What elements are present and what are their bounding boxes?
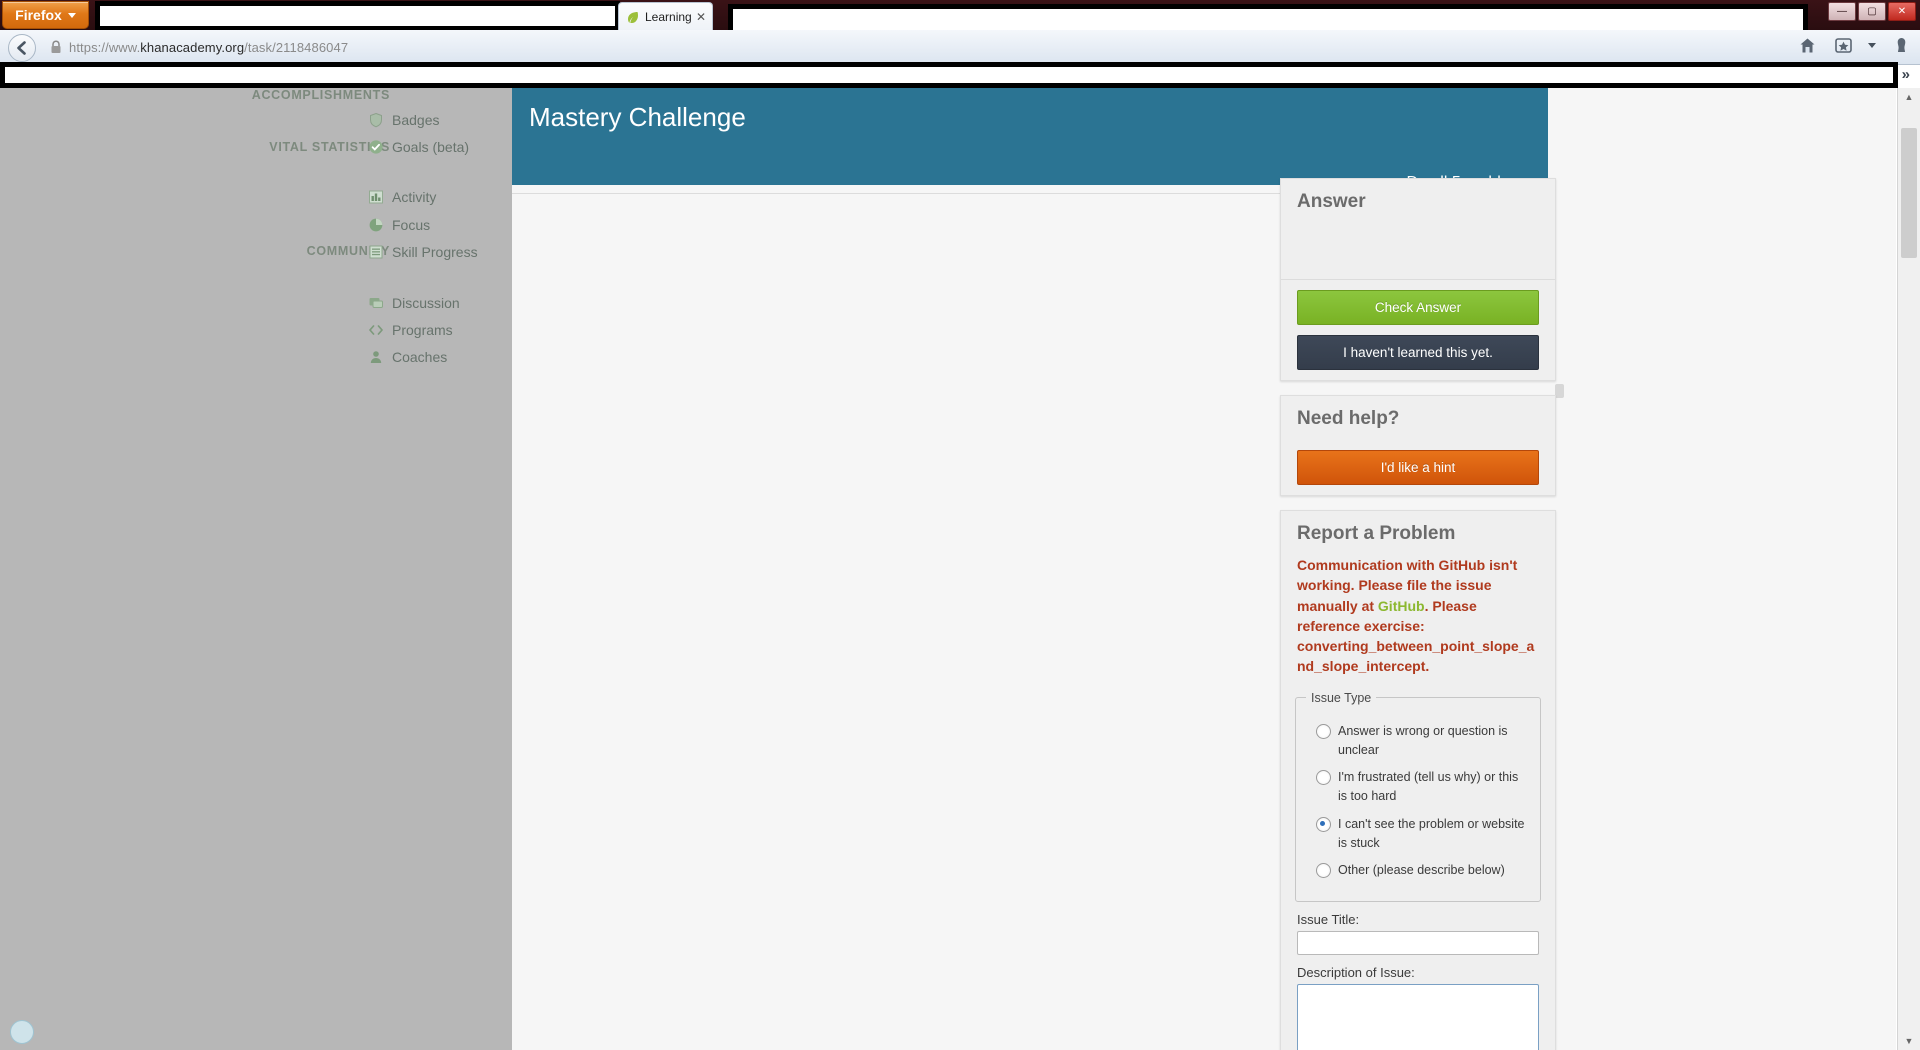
window-controls: — ▢ ✕ — [1828, 2, 1916, 21]
help-bubble-icon[interactable] — [10, 1020, 34, 1044]
sidebar-item-goals[interactable]: Goals (beta) — [368, 139, 469, 155]
sidebar-group-accomplishments: ACCOMPLISHMENTS — [251, 88, 390, 102]
report-problem-heading: Report a Problem — [1297, 523, 1456, 544]
havent-learned-button[interactable]: I haven't learned this yet. — [1297, 335, 1539, 370]
browser-tab-label: Learning ... — [645, 10, 691, 24]
radio-icon[interactable] — [1316, 723, 1331, 739]
leaf-icon — [625, 10, 640, 25]
address-bar[interactable]: https://www.khanacademy.org/task/2118486… — [42, 34, 1762, 60]
browser-tab-learning[interactable]: Learning ... ✕ — [618, 2, 713, 31]
issue-option-frustrated[interactable]: I'm frustrated (tell us why) or this is … — [1316, 768, 1530, 806]
firefox-titlebar: Firefox Learning ... ✕ — ▢ ✕ — [0, 0, 1920, 52]
home-icon[interactable] — [1796, 34, 1818, 56]
sidebar-item-label: Activity — [392, 189, 437, 205]
url-domain: khanacademy.org — [140, 39, 245, 55]
person-icon — [368, 349, 384, 365]
sidebar-item-coaches[interactable]: Coaches — [368, 349, 447, 365]
sidebar-item-programs[interactable]: Programs — [368, 322, 453, 338]
sidebar-item-discussion[interactable]: Discussion — [368, 295, 460, 311]
description-label: Description of Issue: — [1297, 965, 1415, 981]
minimize-button[interactable]: — — [1828, 2, 1856, 21]
back-button[interactable] — [8, 34, 36, 62]
sidebar-item-label: Goals (beta) — [392, 139, 470, 155]
issue-type-legend: Issue Type — [1311, 690, 1372, 705]
close-tab-icon[interactable]: ✕ — [696, 11, 706, 23]
issue-option-label: Other (please describe below) — [1338, 863, 1505, 878]
github-link[interactable]: GitHub — [1378, 598, 1425, 614]
check-answer-button[interactable]: Check Answer — [1297, 290, 1539, 325]
scrollbar-thumb[interactable] — [1555, 384, 1564, 398]
right-rail: Answer Check Answer I haven't learned th… — [1280, 88, 1564, 1050]
pie-chart-icon — [368, 217, 384, 233]
sidebar-item-focus[interactable]: Focus — [368, 217, 430, 233]
issue-option-label: Answer is wrong or question is unclear — [1338, 723, 1508, 757]
answer-input-area[interactable] — [1281, 223, 1555, 279]
sidebar-item-badges[interactable]: Badges — [368, 112, 439, 128]
page-scrollbar[interactable]: ▲ ▼ — [1897, 88, 1920, 1050]
overflow-chevron-icon[interactable]: » — [1902, 66, 1910, 83]
issue-option-other[interactable]: Other (please describe below) — [1316, 861, 1530, 880]
firefox-app-button[interactable]: Firefox — [2, 1, 89, 29]
need-help-heading: Need help? — [1297, 408, 1400, 429]
issue-option-answer-wrong[interactable]: Answer is wrong or question is unclear — [1316, 722, 1530, 760]
divider — [1281, 279, 1555, 280]
need-help-card: Need help? I'd like a hint — [1280, 395, 1556, 496]
check-circle-icon — [368, 139, 384, 155]
radio-icon-selected[interactable] — [1316, 816, 1331, 832]
code-icon — [368, 322, 384, 338]
scrollbar-thumb[interactable] — [1901, 128, 1917, 258]
issue-title-label: Issue Title: — [1297, 912, 1360, 928]
issue-type-fieldset: Issue Type Answer is wrong or question i… — [1295, 690, 1541, 903]
sidebar: ACCOMPLISHMENTS VITAL STATISTICS COMMUNI… — [0, 88, 512, 1050]
list-icon — [368, 244, 384, 260]
report-problem-card: Report a Problem Communication with GitH… — [1280, 510, 1556, 1050]
bookmarks-icon[interactable] — [1832, 34, 1854, 56]
issue-option-cant-see[interactable]: I can't see the problem or website is st… — [1316, 815, 1530, 853]
close-window-button[interactable]: ✕ — [1888, 2, 1916, 21]
lock-icon — [50, 40, 62, 54]
toolbar-icons — [1796, 34, 1912, 56]
issue-option-label: I can't see the problem or website is st… — [1338, 816, 1525, 850]
page-title: Mastery Challenge — [529, 102, 746, 132]
redacted-region-bookmarkbar — [0, 62, 1898, 88]
chevron-down-icon[interactable] — [1868, 42, 1876, 48]
firefox-navbar: https://www.khanacademy.org/task/2118486… — [0, 30, 1920, 65]
answer-heading: Answer — [1297, 191, 1366, 212]
sidebar-item-label: Skill Progress — [392, 244, 478, 260]
url-text: https://www.khanacademy.org/task/2118486… — [69, 40, 348, 55]
redacted-region-titlebar — [95, 1, 620, 31]
description-textarea[interactable] — [1297, 984, 1539, 1050]
sidebar-item-label: Discussion — [392, 295, 460, 311]
issue-title-input[interactable] — [1297, 931, 1539, 956]
maximize-button[interactable]: ▢ — [1858, 2, 1886, 21]
speech-bubble-icon — [368, 295, 384, 311]
shield-icon — [368, 112, 384, 128]
back-arrow-icon — [17, 41, 26, 55]
sidebar-item-label: Badges — [392, 112, 440, 128]
reader-icon[interactable] — [1890, 34, 1912, 56]
sidebar-item-label: Focus — [392, 217, 431, 233]
issue-option-label: I'm frustrated (tell us why) or this is … — [1338, 770, 1519, 804]
firefox-app-label: Firefox — [15, 7, 62, 23]
scroll-up-icon[interactable]: ▲ — [1898, 88, 1920, 106]
browser-window: Firefox Learning ... ✕ — ▢ ✕ — [0, 0, 1920, 1050]
github-error-message: Communication with GitHub isn't working.… — [1281, 555, 1555, 683]
sidebar-item-activity[interactable]: Activity — [368, 189, 436, 205]
bar-chart-icon — [368, 189, 384, 205]
sidebar-item-label: Coaches — [392, 349, 448, 365]
sidebar-item-label: Programs — [392, 322, 453, 338]
url-path: /task/2118486047 — [244, 39, 349, 55]
sidebar-item-skill-progress[interactable]: Skill Progress — [368, 244, 478, 260]
hint-button[interactable]: I'd like a hint — [1297, 450, 1539, 485]
radio-icon[interactable] — [1316, 770, 1331, 786]
chevron-down-icon — [67, 12, 76, 18]
answer-card: Answer Check Answer I haven't learned th… — [1280, 178, 1564, 398]
radio-icon[interactable] — [1316, 863, 1331, 879]
page-content: ACCOMPLISHMENTS VITAL STATISTICS COMMUNI… — [0, 88, 1920, 1050]
scroll-down-icon[interactable]: ▼ — [1898, 1032, 1920, 1050]
url-prefix: https://www. — [69, 39, 141, 55]
